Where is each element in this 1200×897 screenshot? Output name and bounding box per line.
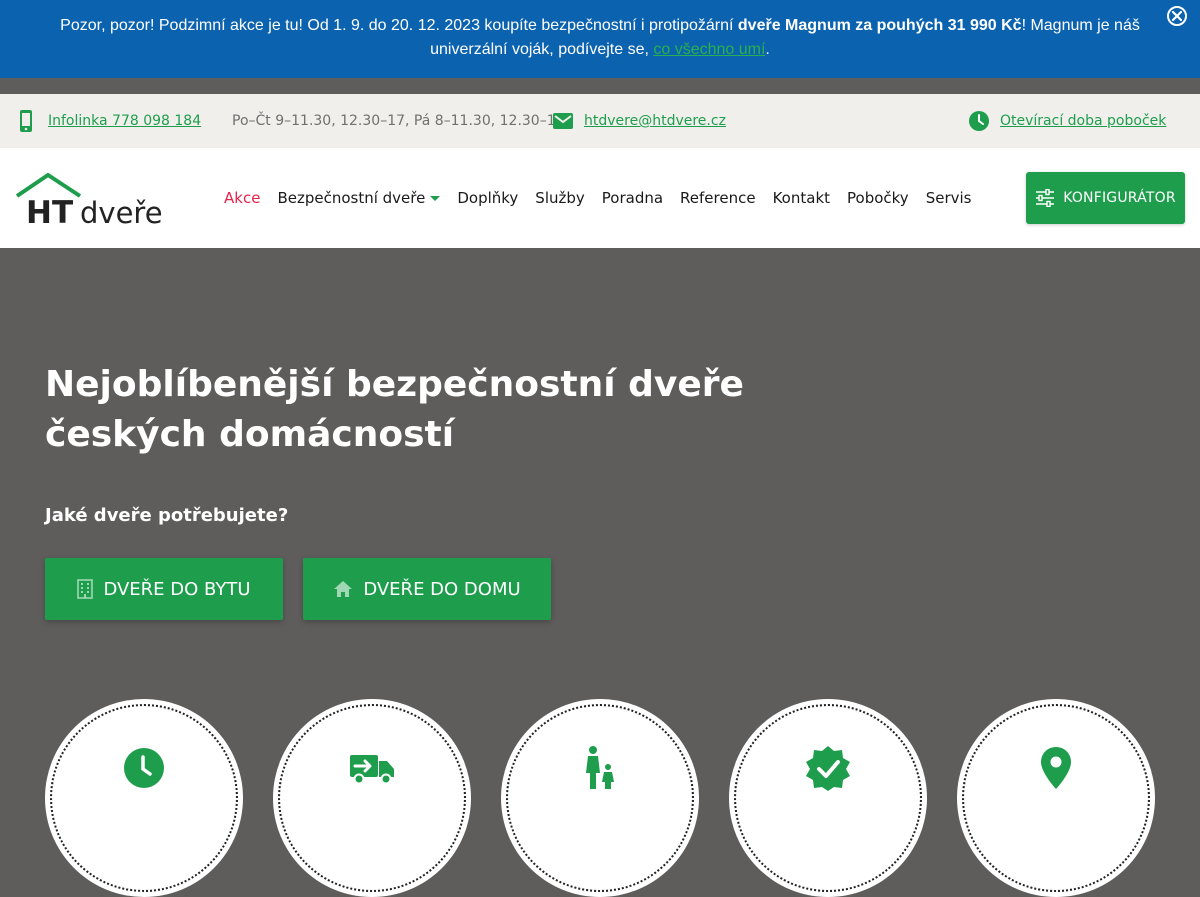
hero-title-line1: Nejoblíbenější bezpečnostní dveře: [45, 364, 744, 405]
hours-text: Po–Čt 9–11.30, 12.30–17, Pá 8–11.30, 12.…: [232, 113, 565, 129]
main-nav: Akce Bezpečnostní dveře Doplňky Služby P…: [224, 148, 971, 248]
nav-akce[interactable]: Akce: [224, 189, 260, 207]
delivery-truck-icon: [350, 755, 394, 785]
hero-subtitle: Jaké dveře potřebujete?: [45, 505, 289, 526]
logo-dvere: dveře: [80, 196, 163, 228]
nav-servis[interactable]: Servis: [926, 189, 972, 207]
mail-icon: [553, 113, 573, 129]
logo[interactable]: HT dveře: [14, 172, 164, 228]
promo-highlight: dveře Magnum za pouhých 31 990 Kč: [737, 17, 1022, 34]
site-header: HT dveře Akce Bezpečnostní dveře Doplňky…: [0, 148, 1200, 248]
home-icon: [334, 581, 353, 597]
circle-border: [506, 704, 694, 892]
contact-bar: Infolinka 778 098 184 Po–Čt 9–11.30, 12.…: [0, 94, 1200, 148]
feature-circle-delivery: [273, 699, 471, 897]
close-icon[interactable]: [1166, 5, 1188, 27]
house-doors-button[interactable]: DVEŘE DO DOMU: [303, 558, 551, 620]
promo-banner: Pozor, pozor! Podzimní akce je tu! Od 1.…: [0, 0, 1200, 78]
clock-icon: [969, 111, 989, 131]
promo-text-end: .: [765, 41, 770, 58]
email-contact: htdvere@htdvere.cz: [552, 94, 726, 148]
clock-icon: [124, 748, 164, 788]
nav-poradna[interactable]: Poradna: [602, 189, 663, 207]
logo-ht: HT: [26, 195, 73, 228]
nav-pobocky[interactable]: Pobočky: [847, 189, 909, 207]
nav-bezpecnostni-dvere[interactable]: Bezpečnostní dveře: [277, 189, 441, 207]
hero-title-line2: českých domácností: [45, 414, 455, 455]
phone-contact: Infolinka 778 098 184: [18, 94, 201, 148]
phone-icon: [20, 110, 32, 132]
feature-circle-hours: [45, 699, 243, 897]
feature-circle-quality: [729, 699, 927, 897]
apartment-doors-button[interactable]: DVEŘE DO BYTU: [45, 558, 283, 620]
phone-link[interactable]: Infolinka 778 098 184: [48, 113, 201, 129]
configurator-button[interactable]: KONFIGURÁTOR: [1026, 172, 1185, 224]
nav-kontakt[interactable]: Kontakt: [773, 189, 830, 207]
sliders-icon: [1036, 189, 1055, 207]
promo-link[interactable]: co všechno umí: [653, 41, 765, 58]
email-link[interactable]: htdvere@htdvere.cz: [584, 113, 726, 129]
branches-hours: Otevírací doba poboček: [968, 94, 1166, 148]
configurator-label: KONFIGURÁTOR: [1063, 190, 1176, 206]
verified-badge-icon: [806, 746, 850, 791]
apartment-doors-label: DVEŘE DO BYTU: [103, 578, 251, 600]
nav-sluzby[interactable]: Služby: [535, 189, 584, 207]
nav-reference[interactable]: Reference: [680, 189, 756, 207]
branches-link[interactable]: Otevírací doba poboček: [1000, 113, 1166, 129]
family-icon: [586, 746, 614, 789]
opening-hours: Po–Čt 9–11.30, 12.30–17, Pá 8–11.30, 12.…: [232, 94, 565, 148]
house-doors-label: DVEŘE DO DOMU: [363, 578, 521, 600]
nav-bezpecnostni-dvere-label: Bezpečnostní dveře: [277, 189, 426, 207]
chevron-down-icon: [430, 196, 441, 201]
building-icon: [77, 579, 94, 599]
circle-border: [278, 704, 466, 892]
nav-doplnky[interactable]: Doplňky: [457, 189, 518, 207]
feature-circle-branches: [957, 699, 1155, 897]
feature-circle-family: [501, 699, 699, 897]
promo-text: Pozor, pozor! Podzimní akce je tu! Od 1.…: [60, 17, 738, 34]
circle-border: [734, 704, 922, 892]
circle-border: [50, 704, 238, 892]
hero-title: Nejoblíbenější bezpečnostní dveře českých…: [45, 360, 745, 460]
circle-border: [962, 704, 1150, 892]
location-pin-icon: [1041, 747, 1071, 789]
